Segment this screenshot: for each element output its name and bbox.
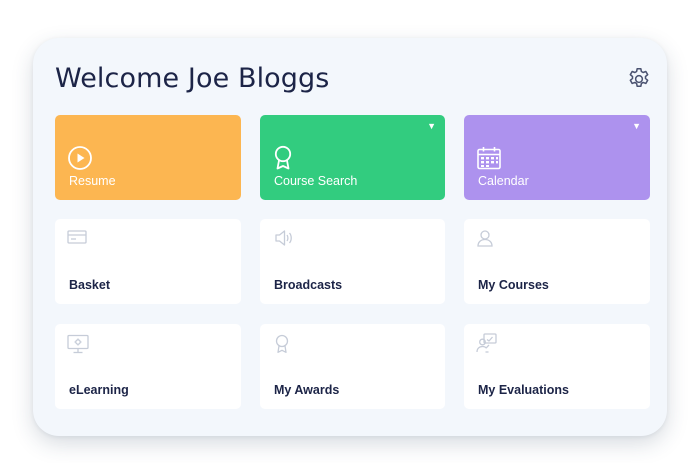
calendar-icon bbox=[476, 146, 502, 175]
elearning-tile[interactable]: eLearning bbox=[55, 324, 241, 409]
broadcasts-tile[interactable]: Broadcasts bbox=[260, 219, 445, 304]
award-icon bbox=[272, 145, 294, 176]
my-evaluations-label: My Evaluations bbox=[478, 383, 569, 397]
basket-label: Basket bbox=[69, 278, 110, 292]
course-search-label: Course Search bbox=[274, 174, 358, 188]
chevron-down-icon[interactable]: ▼ bbox=[427, 121, 436, 131]
my-awards-tile[interactable]: My Awards bbox=[260, 324, 445, 409]
my-courses-label: My Courses bbox=[478, 278, 549, 292]
my-awards-label: My Awards bbox=[274, 383, 340, 397]
play-icon bbox=[67, 145, 93, 176]
chevron-down-icon[interactable]: ▼ bbox=[632, 121, 641, 131]
card-icon bbox=[67, 229, 87, 250]
my-evaluations-tile[interactable]: My Evaluations bbox=[464, 324, 650, 409]
speaker-icon bbox=[274, 229, 294, 252]
resume-label: Resume bbox=[69, 174, 116, 188]
broadcasts-label: Broadcasts bbox=[274, 278, 343, 292]
user-icon bbox=[476, 229, 494, 252]
elearning-label: eLearning bbox=[69, 383, 129, 397]
resume-tile[interactable]: Resume bbox=[55, 115, 241, 200]
course-search-tile[interactable]: ▼ Course Search bbox=[260, 115, 445, 200]
page-title: Welcome Joe Bloggs bbox=[55, 63, 330, 94]
award-icon bbox=[274, 334, 290, 359]
evaluation-icon bbox=[476, 333, 498, 358]
basket-tile[interactable]: Basket bbox=[55, 219, 241, 304]
my-courses-tile[interactable]: My Courses bbox=[464, 219, 650, 304]
gear-icon[interactable] bbox=[626, 66, 652, 92]
dashboard-panel: Welcome Joe Bloggs Resume ▼ Course Searc… bbox=[33, 38, 667, 436]
calendar-label: Calendar bbox=[478, 174, 529, 188]
monitor-icon bbox=[67, 334, 89, 359]
calendar-tile[interactable]: ▼ Calendar bbox=[464, 115, 650, 200]
